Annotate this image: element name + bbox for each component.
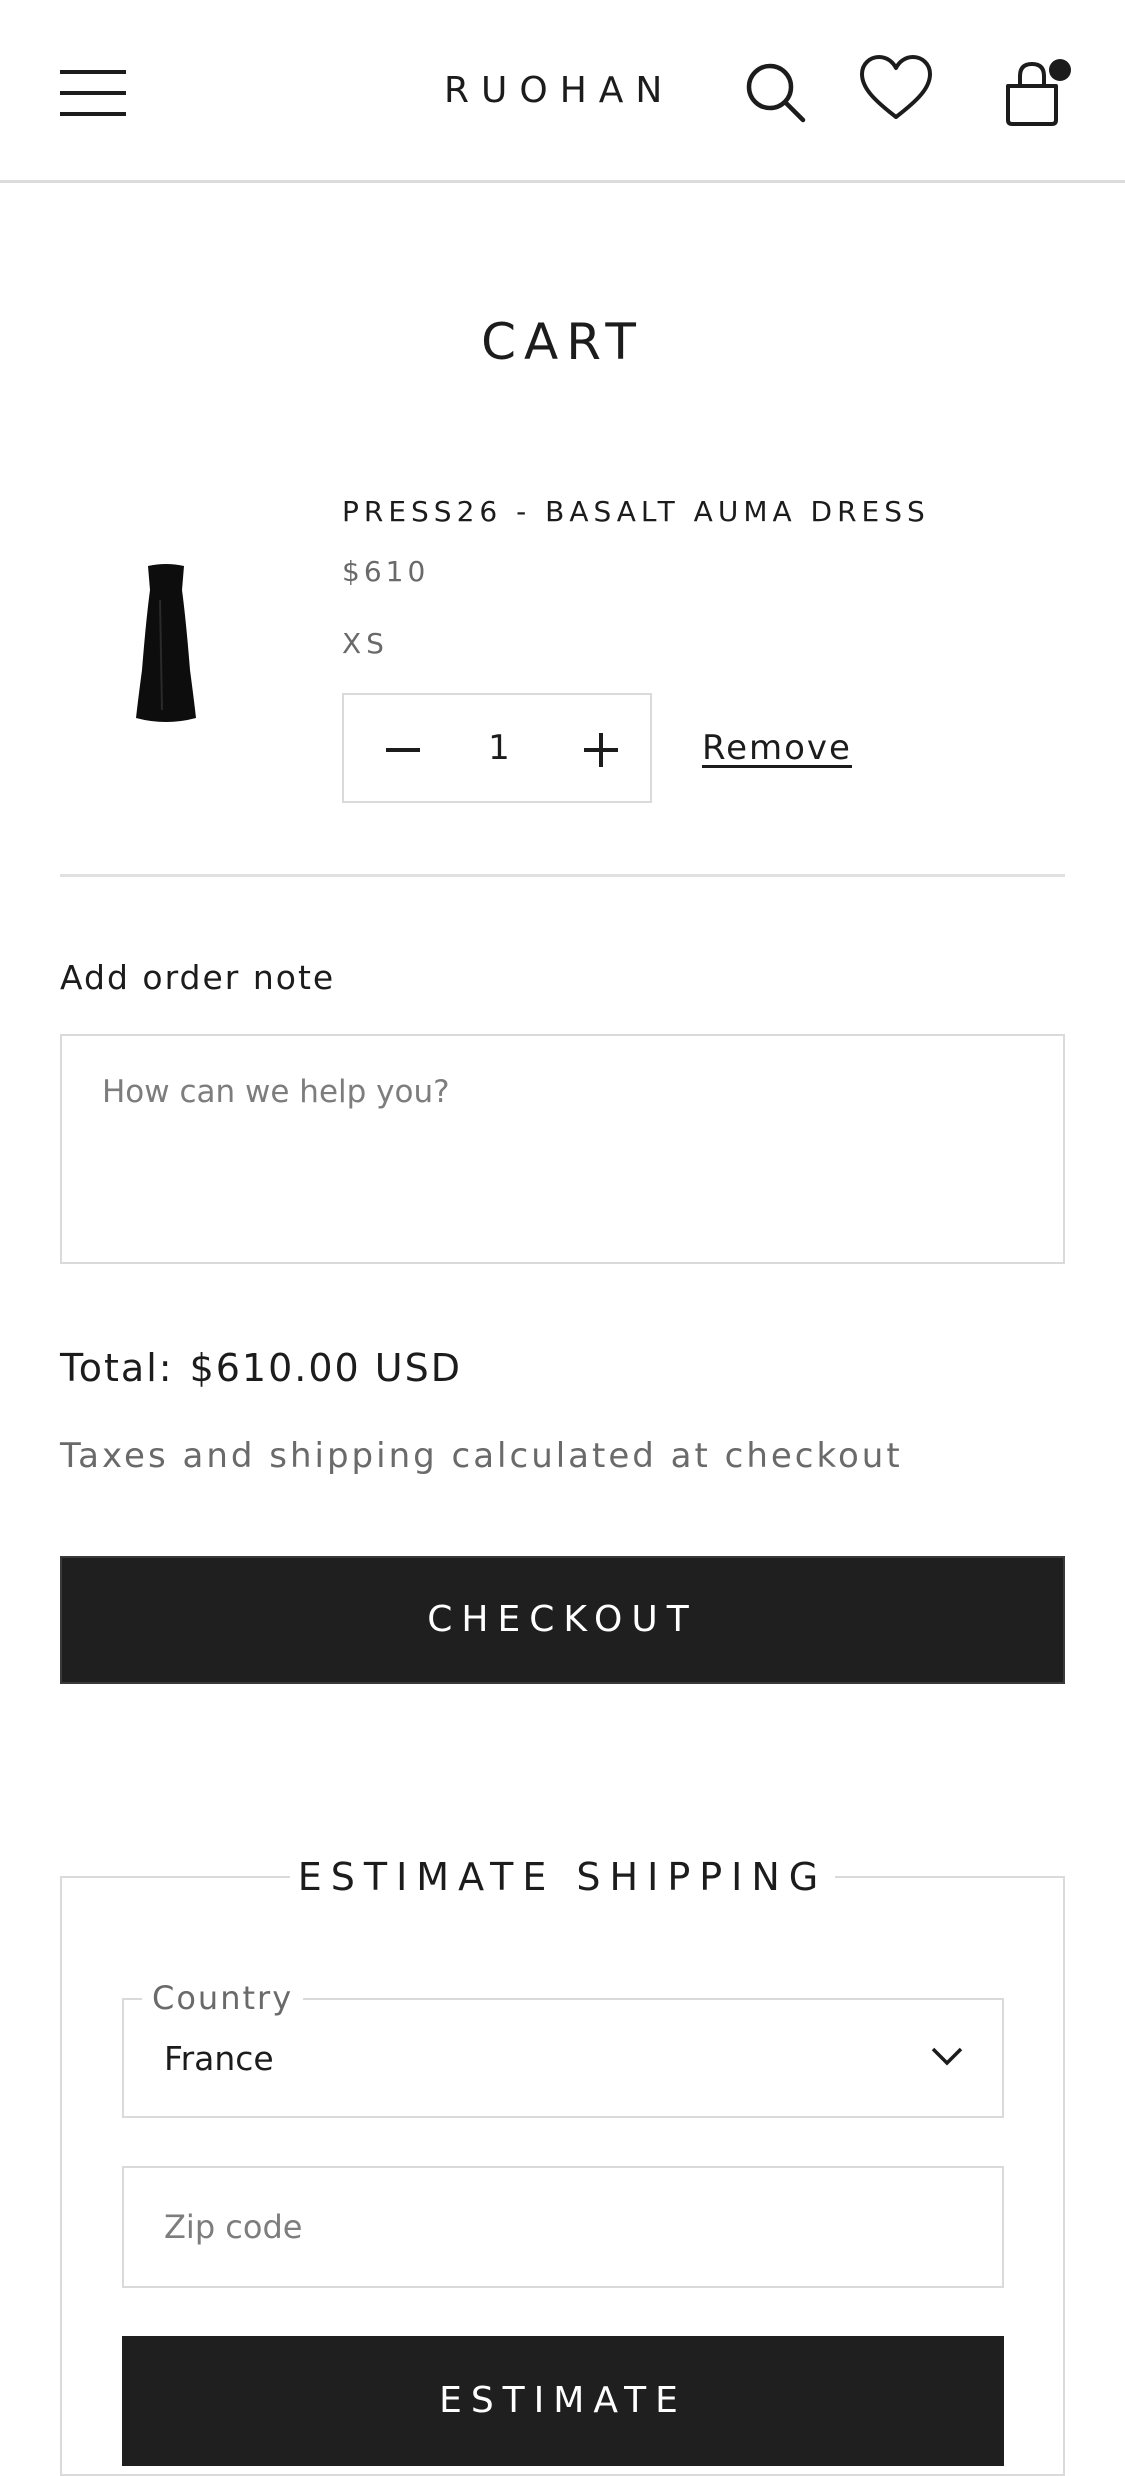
quantity-value: 1	[488, 728, 510, 768]
search-icon[interactable]	[743, 60, 807, 124]
order-note-label: Add order note	[60, 958, 336, 997]
tax-note: Taxes and shipping calculated at checkou…	[60, 1436, 903, 1476]
total-value: $610.00 USD	[189, 1346, 462, 1390]
chevron-down-icon	[931, 2047, 963, 2066]
minus-icon[interactable]	[378, 725, 428, 775]
total-row: Total: $610.00 USD	[60, 1340, 462, 1396]
country-select[interactable]: Country France	[122, 1978, 1004, 2118]
checkout-button[interactable]: CHECKOUT	[60, 1556, 1065, 1684]
order-note-input[interactable]	[60, 1034, 1065, 1264]
estimate-shipping-title: ESTIMATE SHIPPING	[290, 1850, 835, 1904]
quantity-stepper: 1	[342, 693, 652, 803]
menu-icon[interactable]	[60, 70, 126, 116]
heart-icon[interactable]	[858, 54, 934, 122]
product-price: $610	[342, 555, 430, 588]
product-size: XS	[342, 627, 389, 660]
estimate-button[interactable]: ESTIMATE	[122, 2336, 1004, 2466]
plus-icon[interactable]	[576, 725, 626, 775]
product-name[interactable]: PRESS26 - BASALT AUMA DRESS	[342, 492, 930, 532]
site-header: RUOHAN	[0, 0, 1125, 183]
page-title: CART	[481, 313, 644, 371]
country-label: Country	[142, 1978, 304, 2018]
brand-logo[interactable]: RUOHAN	[444, 66, 684, 116]
remove-link[interactable]: Remove	[702, 726, 852, 770]
product-image[interactable]	[130, 560, 202, 728]
country-value: France	[164, 2039, 274, 2078]
bag-icon[interactable]	[1000, 56, 1072, 128]
cart-badge-dot	[1049, 59, 1071, 81]
divider	[60, 874, 1065, 877]
total-label: Total:	[60, 1346, 174, 1390]
zip-code-input[interactable]	[122, 2166, 1004, 2288]
